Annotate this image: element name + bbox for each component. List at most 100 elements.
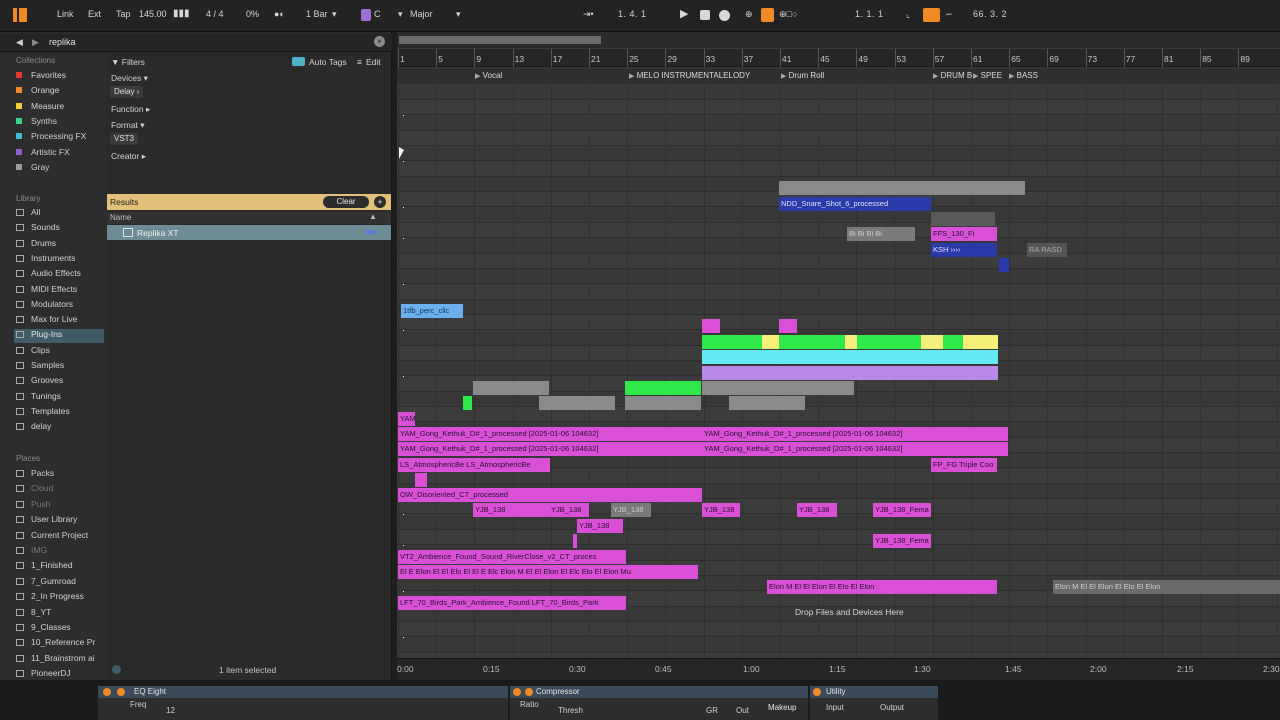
collection-processing-fx[interactable]: Processing FX — [16, 131, 106, 145]
clip-elon[interactable]: El E Elon El El Elo El El E Elc Elon M E… — [398, 565, 698, 579]
collection-orange[interactable]: Orange — [16, 85, 106, 99]
search-input[interactable]: replika — [49, 37, 76, 47]
ext-button[interactable]: Ext — [88, 9, 101, 19]
clip[interactable] — [931, 212, 995, 226]
library-item-tunings[interactable]: Tunings — [16, 391, 106, 405]
creator-filter[interactable]: Creator ▸ — [111, 151, 146, 162]
quantize-chevron-icon[interactable]: ▾ — [332, 9, 337, 20]
library-item-delay[interactable]: delay — [16, 421, 106, 435]
library-item-templates[interactable]: Templates — [16, 406, 106, 420]
preview-icon[interactable] — [366, 230, 376, 234]
track-lanes[interactable]: NDD_Snare_Shot_6_processed Bi Bi Bi Bi FFS… — [397, 85, 1280, 668]
clear-search-icon[interactable]: × — [374, 36, 385, 47]
clip-ra[interactable]: RA RASD — [1027, 243, 1067, 257]
time-ruler[interactable]: 0:00 0:15 0:30 0:45 1:00 1:15 1:30 1:45 2:00 2:15… — [397, 658, 1280, 680]
record-icon[interactable] — [719, 10, 730, 21]
library-item-drums[interactable]: Drums — [16, 238, 106, 252]
clip-snare[interactable]: NDD_Snare_Shot_6_processed — [779, 197, 931, 211]
track-lane[interactable] — [397, 161, 1280, 177]
locator-bass[interactable]: ▶ BASS — [1009, 71, 1038, 80]
collection-measure[interactable]: Measure — [16, 101, 106, 115]
clip-fpfg[interactable]: FP_FG Triple Coo — [931, 458, 997, 472]
library-item-sounds[interactable]: Sounds — [16, 222, 106, 236]
library-item-grooves[interactable]: Grooves — [16, 375, 106, 389]
add-icon[interactable]: + — [374, 196, 386, 208]
back-arrow-icon[interactable]: ◀ — [16, 37, 23, 48]
places-item-2-in-progress[interactable]: 2_In Progress — [16, 591, 106, 605]
library-item-midi-effects[interactable]: MIDI Effects — [16, 284, 106, 298]
clip[interactable] — [625, 396, 701, 410]
beat-ruler[interactable]: 1 5 9 13 17 21 25 29 33 37 41 45 49 53 57 61 65 69 73 77 81 8… — [397, 49, 1280, 67]
util-power-icon[interactable] — [813, 688, 821, 696]
automation-arm-icon[interactable] — [761, 8, 774, 22]
format-filter[interactable]: Format ▾ — [111, 120, 145, 131]
clip-disor[interactable]: OW_Disoriented_CT_processed — [398, 488, 702, 502]
clear-results-button[interactable]: Clear — [323, 196, 369, 208]
clip-perc[interactable]: 1tfb_perc_clic — [401, 304, 463, 318]
delay-filter-chip[interactable]: Delay › — [110, 86, 144, 98]
forward-arrow-icon[interactable]: ▶ — [32, 37, 39, 48]
track-lane[interactable] — [397, 223, 1280, 239]
loop-length-field[interactable]: 66. 3. 2 — [973, 9, 1007, 19]
track-lane[interactable] — [397, 407, 1280, 423]
scale-chevron-icon[interactable]: ▾ — [456, 9, 461, 20]
utility-device[interactable]: Utility Input Output — [810, 686, 938, 720]
clip[interactable] — [415, 473, 427, 487]
results-column-header[interactable]: Name ▲ — [107, 212, 391, 224]
punch-icon[interactable]: ⊕□○ — [779, 9, 797, 20]
locator-vocal[interactable]: ▶ Vocal — [475, 71, 502, 80]
loop-toggle-icon[interactable] — [923, 8, 940, 22]
clip-elon2[interactable]: Elon M El El Elon El Elo El Elon — [767, 580, 997, 594]
library-item-instruments[interactable]: Instruments — [16, 253, 106, 267]
track-lane[interactable] — [397, 131, 1280, 147]
clip-elon2[interactable]: Elon M El El Elon El Elo El Elon — [1053, 580, 1280, 594]
track-lane[interactable] — [397, 530, 1280, 546]
vst3-filter-chip[interactable]: VST3 — [110, 133, 139, 145]
clip[interactable] — [779, 181, 1025, 195]
compressor-header[interactable]: Compressor — [510, 686, 808, 698]
track-lane[interactable] — [397, 146, 1280, 162]
comp-power-icon[interactable] — [513, 688, 521, 696]
result-item[interactable]: Replika XT — [107, 225, 391, 240]
collection-synths[interactable]: Synths — [16, 116, 106, 130]
track-lane[interactable] — [397, 622, 1280, 638]
clip-yjb[interactable]: YJB_138 — [473, 503, 549, 517]
library-item-max-for-live[interactable]: Max for Live — [16, 314, 106, 328]
clip-yjb[interactable]: YJB_138 — [797, 503, 837, 517]
clip-yjb[interactable]: YJB_138 — [702, 503, 740, 517]
utility-header[interactable]: Utility — [810, 686, 938, 698]
places-item-current-project[interactable]: Current Project — [16, 530, 106, 544]
makeup-button[interactable]: Makeup — [768, 703, 796, 712]
clip-gong1[interactable]: YAM_Gong_Kethuk_D#_1_processed [2025-01-… — [398, 442, 702, 456]
clip[interactable] — [702, 350, 998, 364]
devices-filter[interactable]: Devices ▾ — [111, 73, 148, 84]
places-item-7-gumroad[interactable]: 7_Gumroad — [16, 576, 106, 590]
clip-gong2[interactable]: YAM_Gong_Kethuk_D#_1_processed [2025-01-… — [702, 427, 1008, 441]
places-item-cloud[interactable]: Cloud — [16, 483, 106, 497]
collection-gray[interactable]: Gray — [16, 162, 106, 176]
places-item-push[interactable]: Push — [16, 499, 106, 513]
eq-fold-icon[interactable] — [117, 688, 125, 696]
track-lane[interactable] — [397, 115, 1280, 131]
collection-artistic-fx[interactable]: Artistic FX — [16, 147, 106, 161]
places-item-packs[interactable]: Packs — [16, 468, 106, 482]
track-lane[interactable] — [397, 315, 1280, 331]
sort-icon[interactable]: ▲ — [369, 212, 377, 221]
clip-birds[interactable]: LFT_70_Birds_Park_Ambience_Found LFT_70_… — [398, 596, 626, 610]
function-filter[interactable]: Function ▸ — [111, 104, 150, 115]
loop-start-field[interactable]: 1. 1. 1 — [855, 9, 884, 19]
eq-eight-header[interactable]: EQ Eight — [98, 686, 508, 698]
key-select[interactable]: C — [374, 9, 381, 19]
record-mode-icon[interactable]: ●◐ — [274, 9, 285, 19]
clip-ffs[interactable]: FFS_130_Fi — [931, 227, 997, 241]
edit-button[interactable]: Edit — [366, 57, 381, 67]
clip[interactable] — [702, 366, 998, 380]
eq-eight-device[interactable]: EQ Eight Freq 12 — [98, 686, 508, 720]
track-lane[interactable] — [397, 85, 1280, 100]
library-item-modulators[interactable]: Modulators — [16, 299, 106, 313]
clip-gong2[interactable]: YAM_Gong_Kethuk_D#_1_processed [2025-01-… — [702, 442, 1008, 456]
clip-yjb[interactable]: YJB_138 — [549, 503, 589, 517]
track-lane[interactable] — [397, 514, 1280, 530]
clip[interactable] — [625, 381, 701, 395]
follow-icon[interactable]: ⇥• — [583, 9, 594, 20]
